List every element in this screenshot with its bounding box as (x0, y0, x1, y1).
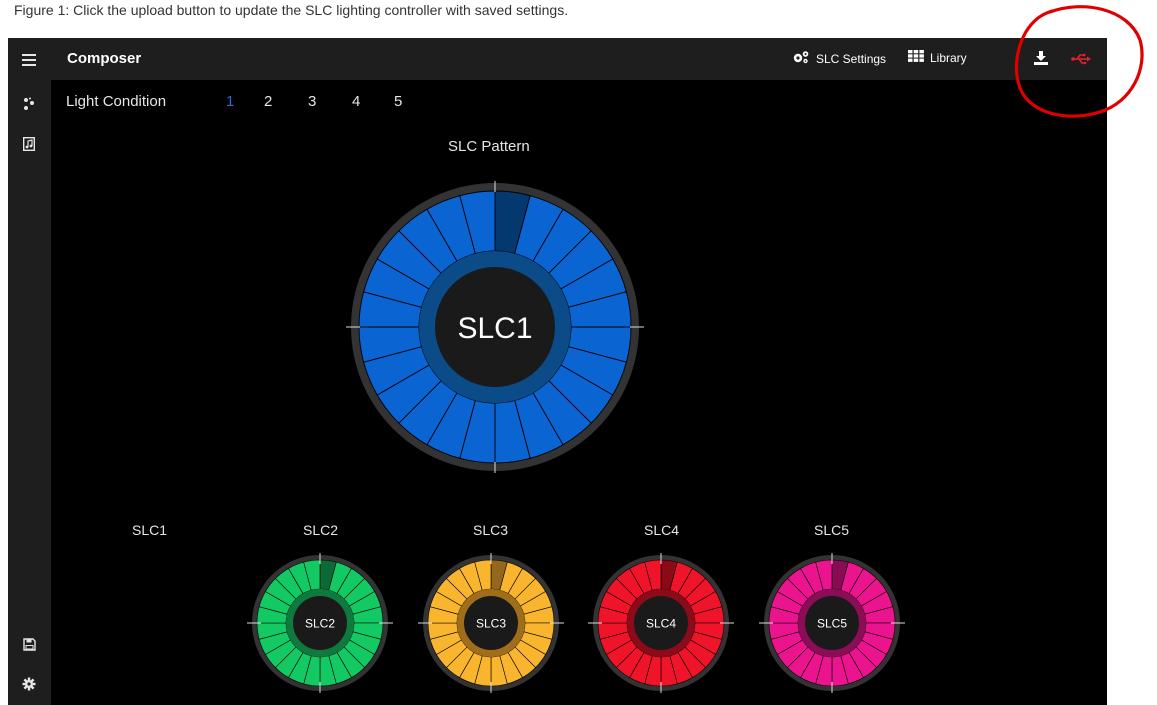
slc2-label: SLC2 (303, 522, 339, 538)
file-music-icon[interactable] (19, 134, 39, 154)
annotation-circle (1014, 5, 1144, 118)
slc-settings-label: SLC Settings (816, 51, 887, 66)
light-condition-label: Light Condition (66, 93, 167, 110)
wheel-center-label: SLC4 (646, 616, 676, 630)
slc5-label: SLC5 (814, 522, 850, 538)
library-label: Library (930, 50, 967, 65)
slc3-wheel[interactable]: SLC3 (418, 550, 564, 696)
slc4-label: SLC4 (644, 522, 680, 538)
wheel-center-label: SLC1 (457, 312, 532, 345)
top-bar: Composer SLC Settings Library (51, 38, 1107, 80)
app-title: Composer (67, 50, 142, 67)
grid-icon (908, 50, 924, 65)
pattern-wheel[interactable]: SLC1 (346, 178, 644, 476)
slc4-wheel[interactable]: SLC4 (588, 550, 734, 696)
wheel-center-label: SLC3 (476, 616, 506, 630)
settings-icon[interactable] (19, 674, 39, 694)
wheel-center-label: SLC5 (817, 616, 847, 630)
light-condition-option-2[interactable]: 2 (264, 93, 272, 110)
library-button[interactable]: Library (908, 50, 967, 65)
sidebar (8, 38, 51, 705)
sparkle-icon[interactable] (19, 94, 39, 114)
light-condition-option-3[interactable]: 3 (308, 93, 316, 110)
pattern-title: SLC Pattern (448, 138, 530, 155)
slc5-wheel[interactable]: SLC5 (759, 550, 905, 696)
slc2-wheel[interactable]: SLC2 (247, 550, 393, 696)
app-window: Composer SLC Settings Library Light Cond… (8, 38, 1107, 705)
slc1-label: SLC1 (132, 522, 168, 538)
menu-icon[interactable] (19, 50, 39, 70)
light-condition-option-4[interactable]: 4 (352, 93, 360, 110)
light-condition-option-1[interactable]: 1 (226, 93, 234, 110)
save-icon[interactable] (19, 634, 39, 654)
wheel-center-label: SLC2 (305, 616, 335, 630)
light-condition-option-5[interactable]: 5 (394, 93, 402, 110)
slc3-label: SLC3 (473, 522, 509, 538)
figure-caption: Figure 1: Click the upload button to upd… (14, 2, 569, 18)
slc-settings-button[interactable]: SLC Settings (792, 50, 886, 67)
gears-icon (792, 50, 810, 67)
